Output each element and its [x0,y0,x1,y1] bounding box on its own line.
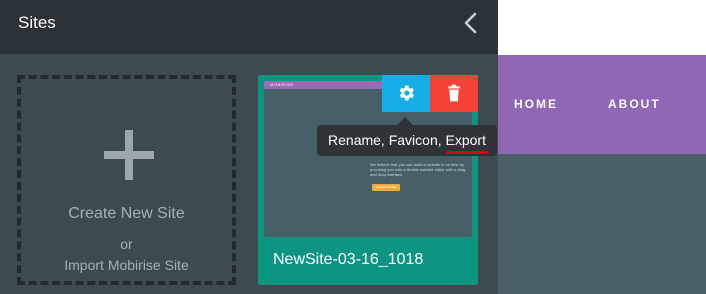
nav-home-link[interactable]: HOME [514,97,558,111]
tooltip-arrow [397,117,413,125]
preview-body [498,154,706,294]
plus-icon [104,130,154,180]
thumbnail-text: We believe that you can build a website … [370,162,466,177]
delete-site-button[interactable] [430,75,478,112]
panel-header: Sites [0,0,498,54]
site-name: NewSite-03-16_1018 [273,251,424,268]
chevron-left-icon[interactable] [460,11,484,35]
import-site-link[interactable]: Import Mobirise Site [17,257,236,273]
create-new-site-label: Create New Site [68,205,185,222]
site-settings-button[interactable] [382,75,430,112]
panel-title: Sites [18,13,56,32]
or-label: or [120,236,133,252]
gear-icon [399,85,414,101]
nav-about-link[interactable]: ABOUT [608,97,661,111]
preview-top [498,0,706,55]
thumbnail-brand: MOBIRISE [270,82,294,87]
export-underline [446,151,489,154]
thumbnail-button: LEARN MORE [372,184,400,191]
trash-icon [448,84,460,102]
